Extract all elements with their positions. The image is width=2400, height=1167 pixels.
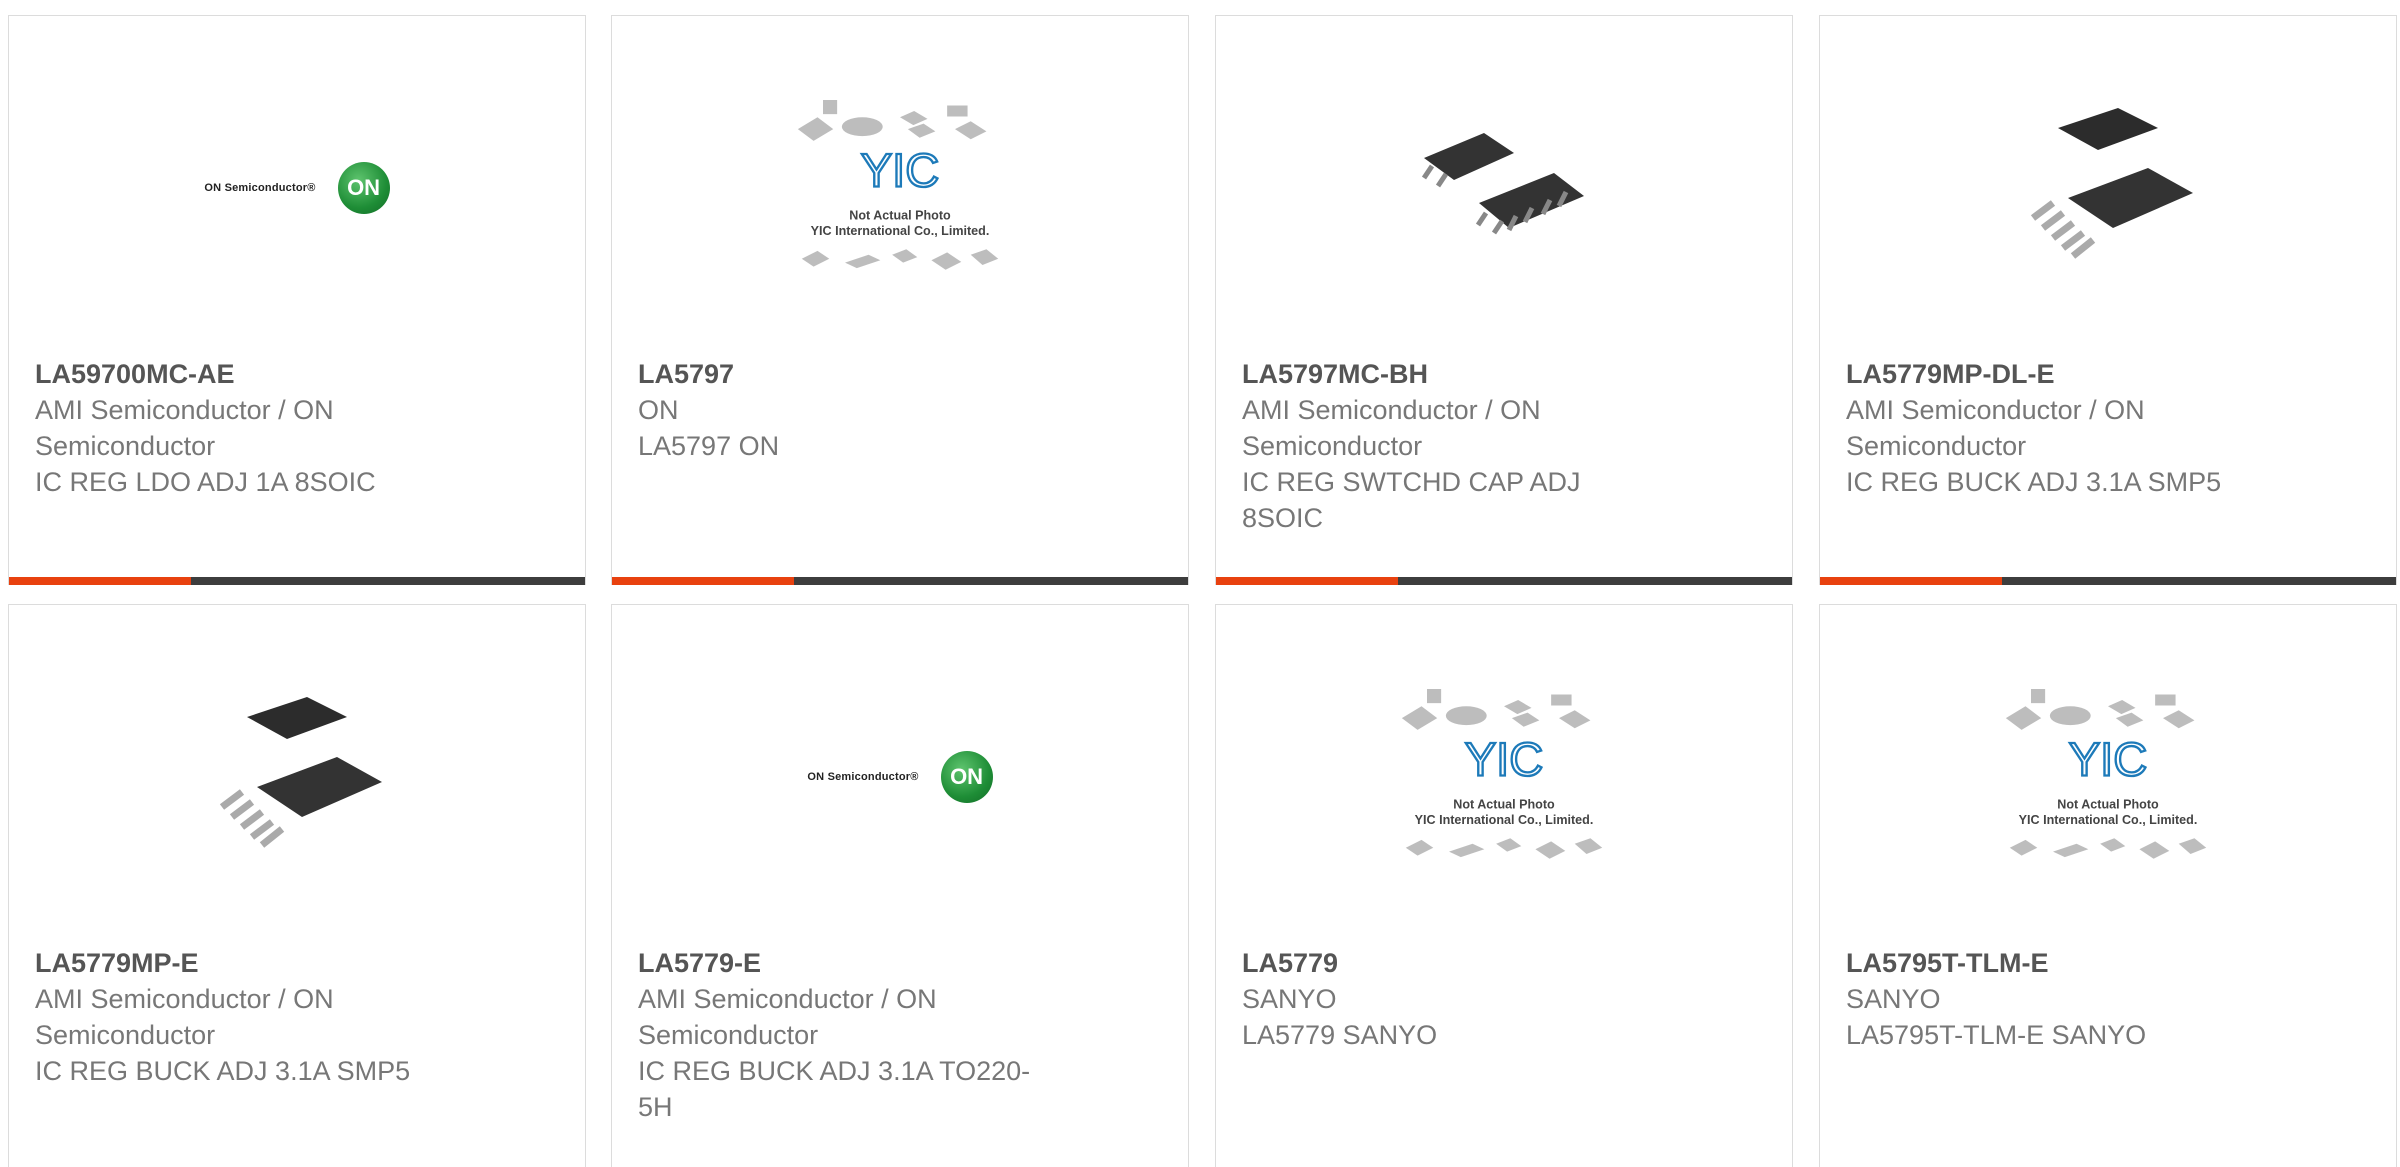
chip-icon [219, 697, 382, 848]
manufacturer: SANYO [1846, 984, 1941, 1014]
product-card[interactable]: LA5779MP-E AMI Semiconductor / ON Semico… [8, 604, 586, 1167]
product-card[interactable]: YIC Not Actual Photo YIC International C… [1215, 604, 1793, 1167]
part-number[interactable]: LA5779-E [638, 945, 1058, 981]
card-accent [9, 577, 191, 585]
manufacturer: AMI Semiconductor / ON Semiconductor [1846, 395, 2145, 461]
part-number[interactable]: LA5797MC-BH [1242, 356, 1662, 392]
description: IC REG BUCK ADJ 3.1A SMP5 [35, 1056, 411, 1086]
product-card[interactable]: ON Semiconductor® ON LA59700MC-AE AMI Se… [8, 15, 586, 585]
product-info: LA5779MP-DL-E AMI Semiconductor / ON Sem… [1846, 356, 2266, 500]
manufacturer: SANYO [1242, 984, 1337, 1014]
svg-text:Not Actual Photo: Not Actual Photo [2057, 797, 2159, 811]
product-card[interactable]: YIC Not Actual Photo YIC International C… [611, 15, 1189, 585]
product-info: LA5779MP-E AMI Semiconductor / ON Semico… [35, 945, 455, 1089]
card-footer-bar [1820, 577, 2396, 585]
svg-text:YIC: YIC [1465, 732, 1544, 785]
manufacturer: AMI Semiconductor / ON Semiconductor [638, 984, 937, 1050]
manufacturer: AMI Semiconductor / ON Semiconductor [35, 984, 334, 1050]
svg-text:Not Actual Photo: Not Actual Photo [849, 208, 951, 222]
part-number[interactable]: LA5779MP-E [35, 945, 455, 981]
description: IC REG LDO ADJ 1A 8SOIC [35, 467, 376, 497]
yic-placeholder-image: YIC Not Actual Photo YIC International C… [1998, 667, 2218, 887]
description: IC REG BUCK ADJ 3.1A TO220-5H [638, 1056, 1031, 1122]
part-number[interactable]: LA5795T-TLM-E [1846, 945, 2266, 981]
chip-icon [1421, 133, 1584, 235]
description: IC REG SWTCHD CAP ADJ 8SOIC [1242, 467, 1581, 533]
part-number[interactable]: LA5797 [638, 356, 1058, 392]
product-info: LA5795T-TLM-E SANYO LA5795T-TLM-E SANYO [1846, 945, 2266, 1053]
card-footer-bar [9, 577, 585, 585]
card-accent [1216, 577, 1398, 585]
product-card[interactable]: LA5779MP-DL-E AMI Semiconductor / ON Sem… [1819, 15, 2397, 585]
product-info: LA59700MC-AE AMI Semiconductor / ON Semi… [35, 356, 455, 500]
part-number[interactable]: LA5779MP-DL-E [1846, 356, 2266, 392]
soic-chip-photo [1394, 78, 1614, 298]
product-info: LA5779-E AMI Semiconductor / ON Semicond… [638, 945, 1058, 1125]
svg-text:Not Actual Photo: Not Actual Photo [1453, 797, 1555, 811]
card-footer-bar [1216, 577, 1792, 585]
svg-text:YIC International Co., Limited: YIC International Co., Limited. [1415, 813, 1594, 827]
description: IC REG BUCK ADJ 3.1A SMP5 [1846, 467, 2222, 497]
smp5-chip-photo [1998, 78, 2218, 298]
yic-placeholder-icon: YIC Not Actual Photo YIC International C… [1401, 689, 1603, 859]
svg-text:YIC: YIC [2069, 732, 2148, 785]
card-footer-bar [612, 577, 1188, 585]
on-semiconductor-logo: ON Semiconductor® ON [187, 78, 407, 298]
on-semiconductor-logo: ON Semiconductor® ON [790, 667, 1010, 887]
manufacturer: AMI Semiconductor / ON Semiconductor [1242, 395, 1541, 461]
description: LA5797 ON [638, 431, 780, 461]
description: LA5779 SANYO [1242, 1020, 1438, 1050]
description: LA5795T-TLM-E SANYO [1846, 1020, 2147, 1050]
part-number[interactable]: LA59700MC-AE [35, 356, 455, 392]
card-accent [612, 577, 794, 585]
yic-placeholder-image: YIC Not Actual Photo YIC International C… [1394, 667, 1614, 887]
yic-placeholder-icon: YIC Not Actual Photo YIC International C… [2005, 689, 2207, 859]
product-info: LA5797 ON LA5797 ON [638, 356, 1058, 464]
on-badge-icon: ON [940, 751, 993, 803]
on-semi-wordmark: ON Semiconductor® [204, 182, 316, 194]
product-info: LA5779 SANYO LA5779 SANYO [1242, 945, 1662, 1053]
on-badge-icon: ON [337, 162, 390, 214]
on-semi-wordmark: ON Semiconductor® [807, 771, 919, 783]
product-card[interactable]: LA5797MC-BH AMI Semiconductor / ON Semic… [1215, 15, 1793, 585]
manufacturer: ON [638, 395, 679, 425]
svg-text:YIC International Co., Limited: YIC International Co., Limited. [2019, 813, 2198, 827]
product-grid: ON Semiconductor® ON LA59700MC-AE AMI Se… [0, 0, 2400, 1167]
yic-placeholder-icon: YIC Not Actual Photo YIC International C… [797, 100, 999, 270]
manufacturer: AMI Semiconductor / ON Semiconductor [35, 395, 334, 461]
svg-text:YIC International Co., Limited: YIC International Co., Limited. [811, 224, 990, 238]
product-card[interactable]: ON Semiconductor® ON LA5779-E AMI Semico… [611, 604, 1189, 1167]
svg-text:YIC: YIC [861, 143, 940, 196]
chip-icon [2030, 108, 2193, 259]
product-info: LA5797MC-BH AMI Semiconductor / ON Semic… [1242, 356, 1662, 536]
part-number[interactable]: LA5779 [1242, 945, 1662, 981]
yic-placeholder-image: YIC Not Actual Photo YIC International C… [790, 78, 1010, 298]
card-accent [1820, 577, 2002, 585]
product-card[interactable]: YIC Not Actual Photo YIC International C… [1819, 604, 2397, 1167]
smp5-chip-photo [187, 667, 407, 887]
